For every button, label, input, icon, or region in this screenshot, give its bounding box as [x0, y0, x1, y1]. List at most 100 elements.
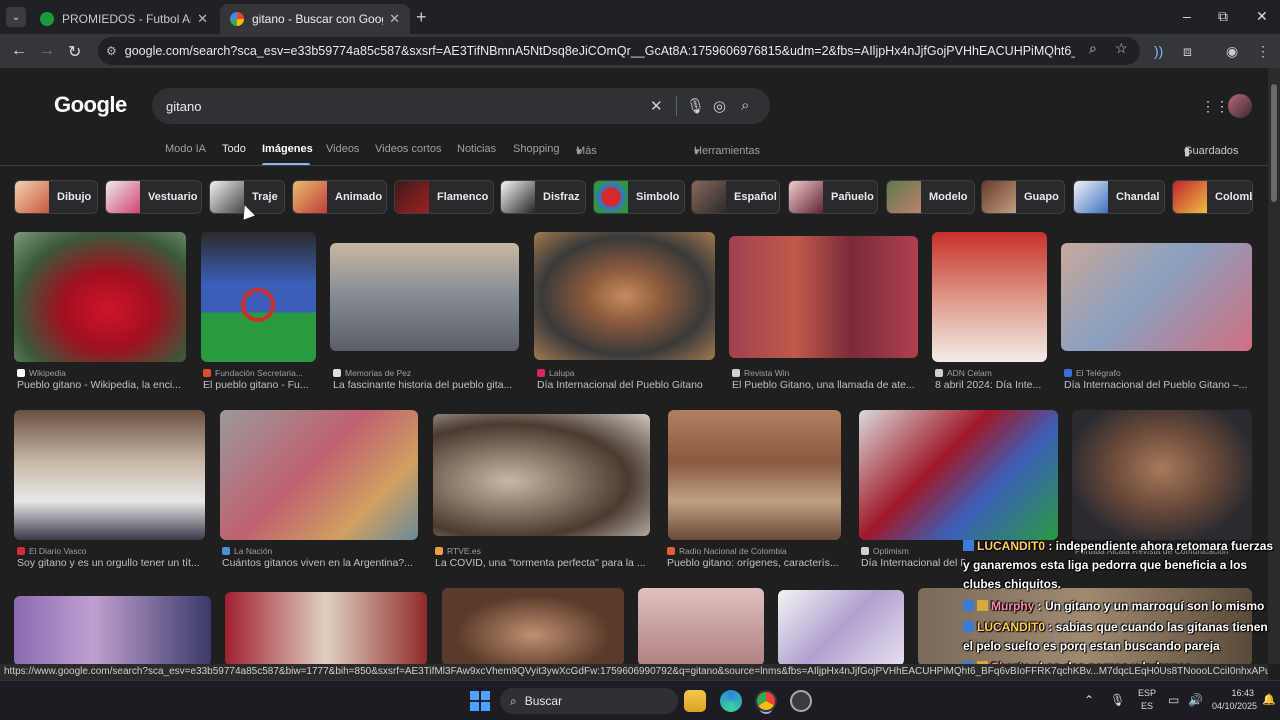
search-submit-icon[interactable]: ⌕	[741, 97, 749, 114]
minimize-icon[interactable]: –	[1183, 8, 1191, 24]
chip-disfraz[interactable]: Disfraz	[500, 180, 586, 214]
source-favicon-icon	[17, 547, 25, 555]
result-image[interactable]	[433, 414, 650, 536]
tab-modo-ia[interactable]: Modo IA	[165, 143, 206, 155]
chip-panuelo[interactable]: Pañuelo	[788, 180, 878, 214]
result-image[interactable]	[220, 410, 418, 540]
address-bar[interactable]: ⚙ google.com/search?sca_esv=e33b59774a85…	[98, 37, 1140, 65]
chip-modelo[interactable]: Modelo	[886, 180, 975, 214]
close-window-icon[interactable]: ✕	[1256, 8, 1268, 25]
result-image[interactable]	[225, 592, 427, 664]
source-name: Fundación Secretaria...	[215, 368, 303, 378]
chip-chandal[interactable]: Chandal	[1073, 180, 1165, 214]
result-caption[interactable]: El Pueblo Gitano, una llamada de ate...	[732, 379, 918, 391]
extensions-puzzle-icon[interactable]: ⧈	[1183, 43, 1192, 60]
clear-search-icon[interactable]: ✕	[650, 97, 663, 115]
result-caption[interactable]: Día Internacional del Pueblo Gitano –...	[1064, 379, 1252, 391]
windows-start-icon[interactable]	[470, 691, 490, 711]
source-favicon-icon	[17, 369, 25, 377]
close-tab-icon[interactable]: ✕	[389, 11, 400, 27]
voice-search-mic-icon[interactable]: 🎙	[686, 97, 705, 115]
tab-google-search[interactable]: gitano - Buscar con Google ✕	[220, 4, 410, 34]
chip-vestuario[interactable]: Vestuario	[105, 180, 202, 214]
chip-simbolo[interactable]: Simbolo	[593, 180, 685, 214]
edge-browser-icon[interactable]	[720, 690, 742, 712]
tab-shopping[interactable]: Shopping	[513, 143, 560, 155]
reload-icon[interactable]: ↻	[68, 42, 81, 62]
obs-studio-icon[interactable]	[790, 690, 812, 712]
zoom-magnifier-icon[interactable]: ⌕	[1089, 40, 1097, 57]
tab-noticias[interactable]: Noticias	[457, 143, 496, 155]
result-image[interactable]	[1061, 243, 1252, 351]
chip-thumbnail	[106, 181, 140, 213]
result-image[interactable]	[330, 243, 519, 351]
lens-camera-icon[interactable]: ◎	[713, 97, 726, 115]
maximize-icon[interactable]: ⧉	[1218, 8, 1228, 25]
chat-username: LUCANDIT0	[977, 620, 1045, 634]
chrome-icon[interactable]	[755, 690, 777, 712]
result-image[interactable]	[14, 232, 186, 362]
lang-layout: ES	[1141, 701, 1154, 711]
chip-espanol[interactable]: Español	[691, 180, 780, 214]
volume-speaker-icon[interactable]: 🔊	[1188, 693, 1203, 707]
result-image[interactable]	[442, 588, 624, 664]
result-image[interactable]	[14, 410, 205, 540]
chip-colombia[interactable]: Colombi	[1172, 180, 1253, 214]
result-caption[interactable]: El pueblo gitano - Fu...	[203, 379, 318, 391]
result-image[interactable]	[638, 588, 764, 664]
result-caption[interactable]: Soy gitano y es un orgullo tener un tít.…	[17, 557, 205, 569]
tray-overflow-chevron-icon[interactable]: ⌃	[1084, 693, 1094, 707]
tab-search-chevron-icon[interactable]: ⌄	[6, 7, 26, 27]
forward-arrow-icon[interactable]: →	[39, 42, 55, 60]
result-caption[interactable]: Pueblo gitano - Wikipedia, la enci...	[17, 379, 187, 391]
result-caption[interactable]: Día Internacional del P	[861, 557, 965, 569]
chip-label: Español	[734, 191, 777, 203]
site-info-tune-icon[interactable]: ⚙	[106, 44, 117, 58]
microphone-icon[interactable]: 🎙	[1110, 693, 1125, 707]
result-caption[interactable]: Cuántos gitanos viven en la Argentina?..…	[222, 557, 418, 569]
scrollbar-thumb[interactable]	[1271, 84, 1277, 202]
taskbar-clock[interactable]: 16:43 04/10/2025	[1212, 687, 1257, 713]
tab-imagenes[interactable]: Imágenes	[262, 143, 313, 155]
result-image[interactable]	[201, 232, 316, 362]
tab-promiedos[interactable]: PROMIEDOS - Futbol Argentino ✕	[30, 4, 218, 34]
close-tab-icon[interactable]: ✕	[197, 11, 208, 27]
result-image[interactable]	[859, 410, 1058, 540]
new-tab-plus-icon[interactable]: +	[416, 7, 427, 28]
result-caption[interactable]: 8 abril 2024: Día Inte...	[935, 379, 1047, 391]
menu-kebab-icon[interactable]: ⋮	[1256, 43, 1270, 60]
result-caption[interactable]: Día Internacional del Pueblo Gitano	[537, 379, 717, 391]
bookmark-star-icon[interactable]: ☆	[1115, 40, 1128, 57]
tab-videos-cortos[interactable]: Videos cortos	[375, 143, 441, 155]
result-image[interactable]	[668, 410, 841, 540]
tab-todo[interactable]: Todo	[222, 143, 246, 155]
account-avatar[interactable]	[1228, 94, 1252, 118]
file-explorer-icon[interactable]	[684, 690, 706, 712]
result-caption[interactable]: La fascinante historia del pueblo gita..…	[333, 379, 519, 391]
result-caption[interactable]: Pueblo gitano: orígenes, caracterís...	[667, 557, 841, 569]
google-logo[interactable]: Google	[54, 92, 127, 118]
chip-thumbnail	[1074, 181, 1108, 213]
result-image[interactable]	[534, 232, 715, 360]
notification-bell-icon[interactable]: 🔔	[1262, 693, 1276, 706]
result-image[interactable]	[1072, 410, 1252, 540]
back-arrow-icon[interactable]: ←	[11, 42, 27, 60]
input-language[interactable]: ESP ES	[1138, 687, 1156, 713]
taskbar-search-box[interactable]: ⌕ Buscar	[500, 688, 678, 714]
result-source: Radio Nacional de Colombia	[667, 546, 787, 556]
result-image[interactable]	[729, 236, 918, 358]
chip-flamenco[interactable]: Flamenco	[394, 180, 494, 214]
chip-animado[interactable]: Animado	[292, 180, 387, 214]
search-input[interactable]: gitano	[152, 88, 770, 124]
profile-icon[interactable]: ◉	[1226, 43, 1238, 60]
result-image[interactable]	[932, 232, 1047, 362]
result-image[interactable]	[778, 590, 904, 664]
source-name: RTVE.es	[447, 546, 481, 556]
chip-guapo[interactable]: Guapo	[981, 180, 1065, 214]
result-image[interactable]	[14, 596, 211, 664]
extension-wave-icon[interactable]: ))	[1154, 43, 1163, 59]
result-caption[interactable]: La COVID, una "tormenta perfecta" para l…	[435, 557, 650, 569]
tab-videos[interactable]: Videos	[326, 143, 359, 155]
chip-dibujo[interactable]: Dibujo	[14, 180, 98, 214]
network-monitor-icon[interactable]: ▭	[1168, 693, 1179, 707]
